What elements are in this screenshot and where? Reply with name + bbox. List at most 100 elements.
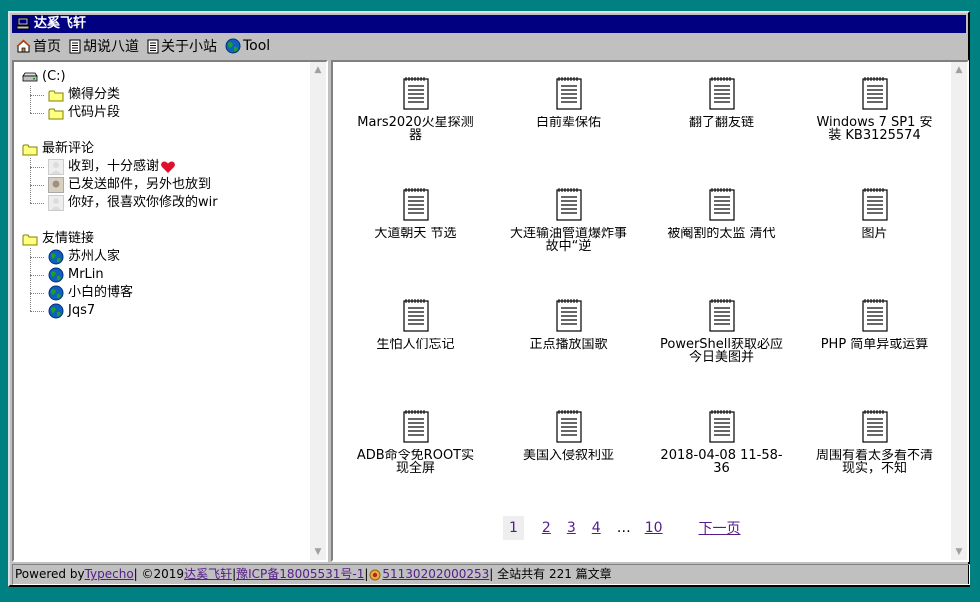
next-page-link[interactable]: 下一页 <box>699 518 741 538</box>
tree-item-link[interactable]: 小白的博客 <box>22 284 218 302</box>
page-link[interactable]: 4 <box>592 520 601 536</box>
document-icon <box>708 77 735 110</box>
site-link[interactable]: 达奚飞轩 <box>184 565 232 584</box>
document-icon <box>708 410 735 443</box>
tree-item-comment[interactable]: 收到，十分感谢 <box>22 158 218 176</box>
tree-label: 收到，十分感谢 <box>68 159 160 174</box>
menu-label: Tool <box>243 38 271 54</box>
scroll-up-icon[interactable]: ▲ <box>313 66 323 75</box>
status-powered: Powered by <box>15 567 85 581</box>
menu-label: 胡说八道 <box>83 39 139 55</box>
menu-bar: 首页 胡说八道 关于小站 Tool <box>12 35 966 57</box>
post-item[interactable]: 白前辈保佑 <box>492 76 645 187</box>
post-item[interactable]: 图片 <box>798 187 951 298</box>
page-dots: … <box>616 520 631 536</box>
tree-node-drive[interactable]: (C:) <box>22 68 218 86</box>
post-title: PowerShell获取必应今日美图并 <box>659 338 784 364</box>
tree-item-comment[interactable]: 已发送邮件，另外也放到 <box>22 176 218 194</box>
document-icon <box>555 77 582 110</box>
page-current[interactable]: 1 <box>503 516 524 540</box>
menu-item-tool[interactable]: Tool <box>221 36 274 56</box>
avatar-icon <box>48 159 64 175</box>
tree-item-category[interactable]: 懒得分类 <box>22 86 218 104</box>
post-title: 周围有着太多看不清现实，不知 <box>815 449 933 475</box>
post-item[interactable]: Windows 7 SP1 安装 KB3125574 <box>798 76 951 187</box>
page-link[interactable]: 3 <box>567 520 576 536</box>
tree-group-comments: 最新评论 收到，十分感谢 已发送邮件，另外也放到 你好，很喜欢你修改的wir <box>22 140 218 212</box>
tree-item-comment[interactable]: 你好，很喜欢你修改的wir <box>22 194 218 212</box>
document-icon <box>402 299 429 332</box>
icp-link[interactable]: 豫ICP备18005531号-1 <box>236 565 364 584</box>
post-item[interactable]: 正点播放国歌 <box>492 298 645 409</box>
post-title: 被阉割的太监 清代 <box>667 227 776 240</box>
document-icon <box>402 188 429 221</box>
document-icon <box>147 39 159 53</box>
folder-icon <box>22 144 38 155</box>
sidebar-tree: (C:) 懒得分类 代码片段 最新评论 收到，十分感谢 已发送邮件，另外也放到 … <box>22 68 218 320</box>
posts-scrollbar[interactable]: ▲ ▼ <box>951 62 967 560</box>
folder-icon <box>48 90 64 101</box>
tree-item-category[interactable]: 代码片段 <box>22 104 218 122</box>
typecho-link[interactable]: Typecho <box>85 565 134 584</box>
page-link-last[interactable]: 10 <box>645 520 663 536</box>
post-title: 大连输油管道爆炸事故中“逆 <box>509 227 627 253</box>
tree-label: 懒得分类 <box>68 87 121 102</box>
post-item[interactable]: 2018-04-08 11-58-36 <box>645 409 798 520</box>
post-item[interactable]: 周围有着太多看不清现实，不知 <box>798 409 951 520</box>
police-badge-icon <box>369 569 381 580</box>
post-title: Mars2020火星探测器 <box>357 116 474 142</box>
post-title: ADB命令免ROOT实现全屏 <box>356 449 475 475</box>
post-item[interactable]: ADB命令免ROOT实现全屏 <box>339 409 492 520</box>
scroll-up-icon[interactable]: ▲ <box>954 66 964 75</box>
post-item[interactable]: 生怕人们忘记 <box>339 298 492 409</box>
computer-icon <box>16 17 30 30</box>
document-icon <box>708 188 735 221</box>
post-item[interactable]: 被阉割的太监 清代 <box>645 187 798 298</box>
post-item[interactable]: 大连输油管道爆炸事故中“逆 <box>492 187 645 298</box>
post-title: 生怕人们忘记 <box>376 338 455 351</box>
tree-item-link[interactable]: MrLin <box>22 266 218 284</box>
post-item[interactable]: 翻了翻友链 <box>645 76 798 187</box>
sidebar-scrollbar[interactable]: ▲ ▼ <box>310 62 326 560</box>
tree-node-comments[interactable]: 最新评论 <box>22 140 218 158</box>
folder-icon <box>48 108 64 119</box>
post-item[interactable]: PHP 简单异或运算 <box>798 298 951 409</box>
tree-item-link[interactable]: 苏州人家 <box>22 248 218 266</box>
menu-item-home[interactable]: 首页 <box>12 36 65 56</box>
post-item[interactable]: 美国入侵叙利亚 <box>492 409 645 520</box>
scroll-down-icon[interactable]: ▼ <box>313 548 323 557</box>
status-separator: | <box>364 567 369 581</box>
tree-label: Jqs7 <box>68 303 96 318</box>
post-title: 大道朝天 节选 <box>374 227 457 240</box>
globe-icon <box>48 249 64 265</box>
sidebar-tree-panel[interactable]: (C:) 懒得分类 代码片段 最新评论 收到，十分感谢 已发送邮件，另外也放到 … <box>12 60 328 562</box>
police-record-link[interactable]: 51130202000253 <box>382 565 489 584</box>
status-post-count: | 全站共有 221 篇文章 <box>489 567 612 581</box>
tree-label: 小白的博客 <box>68 285 134 300</box>
document-icon <box>555 188 582 221</box>
globe-icon <box>48 285 64 301</box>
menu-label: 关于小站 <box>161 39 217 55</box>
post-title: 翻了翻友链 <box>688 116 754 129</box>
folder-icon <box>22 234 38 245</box>
post-item[interactable]: 大道朝天 节选 <box>339 187 492 298</box>
page-link[interactable]: 2 <box>542 520 551 536</box>
globe-icon <box>225 38 241 54</box>
tree-label: (C:) <box>42 69 66 84</box>
status-bar: Powered by Typecho | ©2019 达奚飞轩 | 豫ICP备1… <box>12 564 970 585</box>
post-item[interactable]: PowerShell获取必应今日美图并 <box>645 298 798 409</box>
status-copyright: | ©2019 <box>133 567 185 581</box>
document-icon <box>69 39 81 53</box>
menu-item-nonsense[interactable]: 胡说八道 <box>65 36 143 56</box>
menu-label: 首页 <box>33 39 61 55</box>
posts-panel[interactable]: Mars2020火星探测器 白前辈保佑 翻了翻友链 Windows 7 SP1 安装 … <box>331 60 969 562</box>
window-title: 达奚飞轩 <box>34 16 87 31</box>
post-item[interactable]: Mars2020火星探测器 <box>339 76 492 187</box>
scroll-down-icon[interactable]: ▼ <box>954 548 964 557</box>
document-icon <box>861 299 888 332</box>
document-icon <box>708 299 735 332</box>
tree-item-link[interactable]: Jqs7 <box>22 302 218 320</box>
tree-node-links[interactable]: 友情链接 <box>22 230 218 248</box>
tree-label: 友情链接 <box>42 231 95 246</box>
menu-item-about[interactable]: 关于小站 <box>143 36 221 56</box>
